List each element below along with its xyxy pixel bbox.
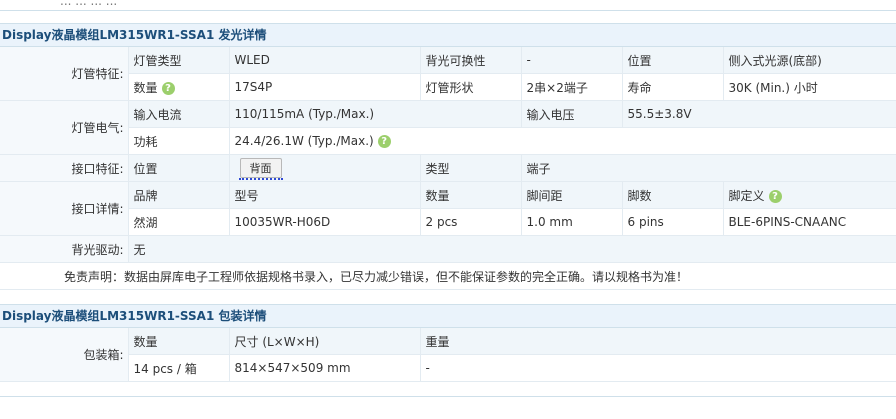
column-header: 品牌 [127, 181, 229, 209]
interface-details-label: 接口详情: [0, 181, 128, 236]
interface-features-label: 接口特征: [0, 154, 128, 182]
lamp-count-value: 17S4P [228, 73, 420, 101]
help-icon[interactable]: ? [768, 189, 782, 203]
backlight-driver-value: 无 [127, 235, 896, 263]
backlight-details-table: 灯管特征: 灯管类型 WLED 背光可换性 - 位置 侧入式光源(底部) 数量?… [0, 47, 896, 290]
interface-details-row: 然湖 10035WR-H06D 2 pcs 1.0 mm 6 pins BLE-… [0, 208, 896, 236]
interface-type-value: 端子 [520, 154, 896, 182]
table-cell: 然湖 [127, 208, 229, 236]
input-voltage-value: 55.5±3.8V [621, 100, 896, 128]
backlight-driver-row: 背光驱动: 无 [0, 235, 896, 263]
input-current-label: 输入电流 [127, 100, 229, 128]
column-header: 重量 [419, 328, 896, 355]
lamp-features-label: 灯管特征: [0, 47, 128, 101]
top-cut-line: ... ... ... ... [0, 0, 896, 11]
power-value-text: 24.4/26.1W (Typ./Max.) [234, 134, 374, 148]
table-cell: 14 pcs / 箱 [127, 354, 229, 382]
input-current-value: 110/115mA (Typ./Max.) [228, 100, 521, 128]
column-header: 脚数 [621, 181, 723, 209]
lamp-count-label: 数量? [127, 73, 229, 101]
disclaimer-row: 免责声明：数据由屏库电子工程师依据规格书录入，已尽力减少错误，但不能保证参数的完… [0, 262, 896, 290]
lamp-features-row-1: 灯管特征: 灯管类型 WLED 背光可换性 - 位置 侧入式光源(底部) [0, 47, 896, 101]
table-cell: - [419, 354, 896, 382]
help-icon[interactable]: ? [377, 135, 391, 148]
backlight-driver-label: 背光驱动: [0, 235, 128, 263]
lamp-type-value: WLED [228, 47, 420, 74]
lamp-type-label: 灯管类型 [127, 47, 229, 74]
lamp-electrical-row-2: 功耗 24.4/26.1W (Typ./Max.)? [0, 127, 896, 155]
lamp-shape-label: 灯管形状 [419, 73, 521, 101]
interface-type-label: 类型 [419, 154, 521, 182]
lamp-shape-value: 2串×2端子 [520, 73, 622, 101]
power-value: 24.4/26.1W (Typ./Max.)? [228, 127, 896, 155]
disclaimer-text: 免责声明：数据由屏库电子工程师依据规格书录入，已尽力减少错误，但不能保证参数的完… [0, 262, 896, 290]
pin-definition-header: 脚定义? [722, 181, 896, 209]
packaging-label: 包装箱: [0, 328, 128, 382]
lamp-position-label: 位置 [621, 47, 723, 74]
replaceable-value: - [520, 47, 622, 74]
table-cell: 10035WR-H06D [228, 208, 420, 236]
interface-position-label: 位置 [127, 154, 229, 182]
position-back-button[interactable]: 背面 [238, 158, 283, 180]
interface-position-value: 背面 [228, 154, 420, 182]
table-cell: 1.0 mm [520, 208, 622, 236]
table-cell: 6 pins [621, 208, 723, 236]
lamp-count-label-text: 数量 [133, 80, 158, 95]
column-header: 型号 [228, 181, 420, 209]
lamp-features-row-2: 数量? 17S4P 灯管形状 2串×2端子 寿命 30K (Min.) 小时 [0, 73, 896, 101]
table-cell: 814×547×509 mm [228, 354, 420, 382]
column-header-text: 脚定义 [728, 188, 765, 203]
column-header: 数量 [127, 328, 229, 355]
table-cell: BLE-6PINS-CNAANC [722, 208, 896, 236]
lamp-electrical-label: 灯管电气: [0, 100, 128, 155]
help-icon[interactable]: ? [161, 81, 175, 95]
top-fragment-text: ... ... ... ... [60, 0, 118, 8]
column-header: 数量 [419, 181, 521, 209]
bottom-divider [0, 396, 896, 397]
column-header: 尺寸 (L×W×H) [228, 328, 420, 355]
input-voltage-label: 输入电压 [520, 100, 622, 128]
packaging-table: 包装箱: 数量 尺寸 (L×W×H) 重量 14 pcs / 箱 814×547… [0, 328, 896, 382]
packaging-row: 14 pcs / 箱 814×547×509 mm - [0, 354, 896, 382]
replaceable-label: 背光可换性 [419, 47, 521, 74]
packaging-header-row: 包装箱: 数量 尺寸 (L×W×H) 重量 [0, 328, 896, 382]
interface-details-header-row: 接口详情: 品牌 型号 数量 脚间距 脚数 脚定义? [0, 181, 896, 236]
lamp-life-label: 寿命 [621, 73, 723, 101]
section-backlight-title: Display液晶模组LM315WR1-SSA1 发光详情 [0, 23, 896, 47]
interface-features-row: 接口特征: 位置 背面 类型 端子 [0, 154, 896, 182]
power-label: 功耗 [127, 127, 229, 155]
table-cell: 2 pcs [419, 208, 521, 236]
section-packaging-title: Display液晶模组LM315WR1-SSA1 包装详情 [0, 304, 896, 328]
lamp-electrical-row-1: 灯管电气: 输入电流 110/115mA (Typ./Max.) 输入电压 55… [0, 100, 896, 155]
column-header: 脚间距 [520, 181, 622, 209]
lamp-position-value: 侧入式光源(底部) [722, 47, 896, 74]
lamp-life-value: 30K (Min.) 小时 [722, 73, 896, 101]
